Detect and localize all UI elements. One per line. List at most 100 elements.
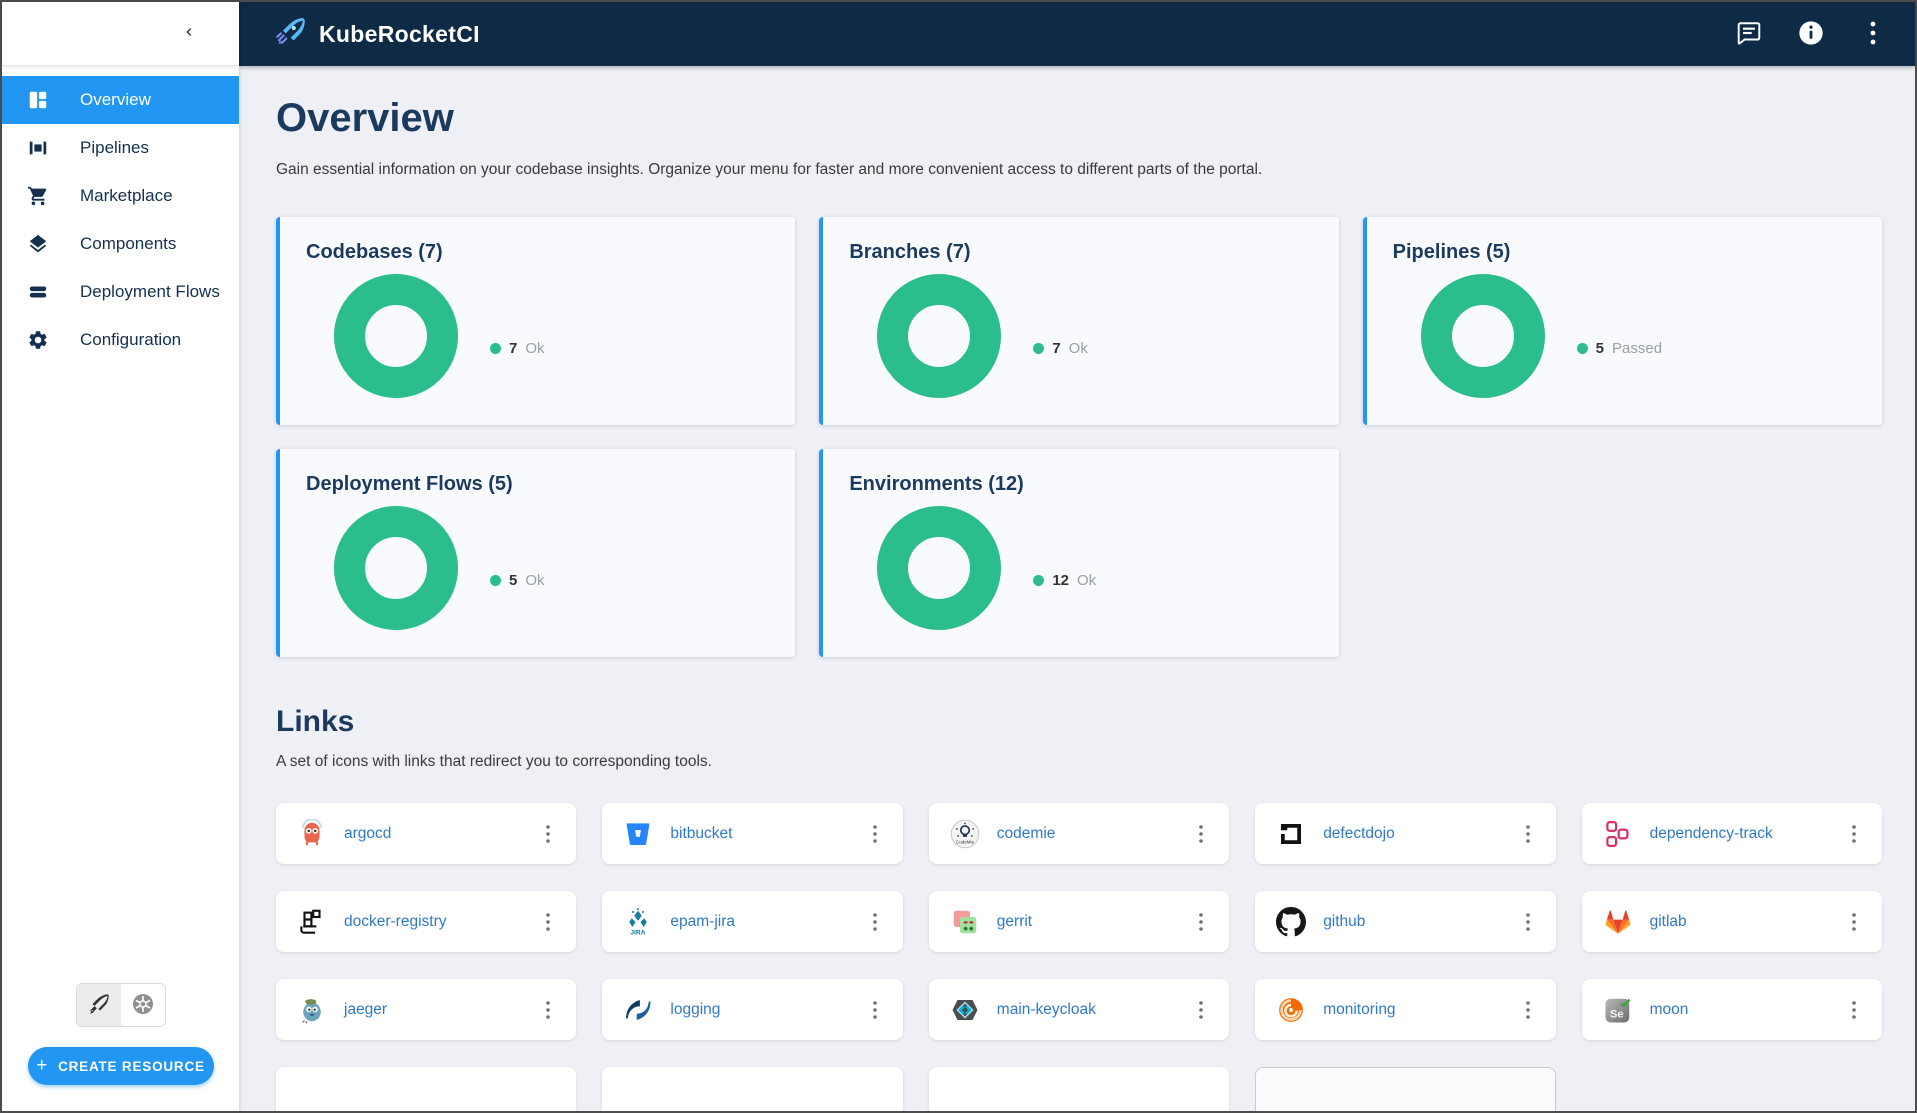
link-jaeger[interactable]: jaeger (344, 1001, 387, 1019)
link-menu-button[interactable] (1185, 994, 1217, 1026)
bitbucket-icon (622, 818, 654, 850)
link-monitoring[interactable]: monitoring (1323, 1001, 1395, 1019)
keycloak-icon (949, 994, 981, 1026)
feedback-button[interactable] (1729, 14, 1769, 54)
links-section-subtitle: A set of icons with links that redirect … (276, 753, 712, 770)
link-menu-button[interactable] (859, 994, 891, 1026)
svg-text:Se: Se (1609, 1008, 1623, 1020)
sidebar: Overview Pipelines Marketplace Component… (2, 2, 239, 1111)
kuberocketci-logo-icon (273, 15, 307, 54)
link-epam-jira[interactable]: epam-jira (670, 913, 735, 931)
gerrit-icon (949, 906, 981, 938)
link-moon[interactable]: moon (1650, 1001, 1689, 1019)
stat-card-title: Pipelines (5) (1392, 241, 1511, 263)
link-menu-button[interactable] (532, 994, 564, 1026)
environments-donut-chart (877, 506, 1002, 630)
info-button[interactable] (1791, 14, 1831, 54)
link-bitbucket[interactable]: bitbucket (670, 825, 732, 843)
link-menu-button[interactable] (532, 906, 564, 938)
link-dependency-track[interactable]: dependency-track (1650, 825, 1773, 843)
argocd-icon (296, 818, 328, 850)
stat-card-codebases: Codebases (7) 7 Ok (276, 217, 796, 425)
top-bar: KubeRocketCI (239, 2, 1915, 66)
link-card-codemie: CodeMie codemie (928, 803, 1230, 864)
link-codemie[interactable]: codemie (997, 825, 1056, 843)
link-card-epam-jira: JIRA epam-jira (602, 891, 903, 952)
link-card-monitoring: monitoring (1255, 979, 1556, 1040)
legend-dot (1033, 342, 1045, 354)
pipelines-donut-chart (1420, 274, 1545, 398)
more-menu-button[interactable] (1853, 14, 1893, 54)
gitlab-icon (1602, 906, 1634, 938)
link-card-github: github (1255, 891, 1556, 952)
codebases-donut-chart (334, 274, 458, 398)
link-card-jaeger: jaeger (276, 979, 577, 1040)
link-menu-button[interactable] (532, 818, 564, 850)
legend-label: Ok (525, 339, 545, 357)
sidebar-item-overview[interactable]: Overview (2, 76, 239, 124)
opensearch-icon (622, 994, 654, 1026)
link-card-gitlab: gitlab (1581, 891, 1882, 952)
stat-card-title: Environments (12) (849, 473, 1024, 495)
links-grid: argocd bitbucket CodeMie codemie defectd… (276, 803, 1882, 1111)
link-main-keycloak[interactable]: main-keycloak (997, 1001, 1096, 1019)
link-logging[interactable]: logging (670, 1001, 720, 1019)
link-card-partial (1255, 1067, 1556, 1111)
docker-registry-icon (296, 906, 328, 938)
sidebar-item-deployment-flows[interactable]: Deployment Flows (2, 268, 239, 316)
page-subtitle: Gain essential information on your codeb… (276, 161, 1263, 178)
sidebar-item-pipelines[interactable]: Pipelines (2, 124, 239, 172)
svg-text:JIRA: JIRA (631, 929, 647, 936)
rocket-view-button[interactable] (76, 984, 121, 1026)
stat-card-pipelines: Pipelines (5) 5 Passed (1362, 217, 1882, 425)
legend: 12 Ok (1033, 530, 1096, 630)
link-menu-button[interactable] (1512, 906, 1544, 938)
sidebar-item-label: Components (80, 234, 177, 253)
link-gitlab[interactable]: gitlab (1650, 913, 1687, 931)
info-icon (1797, 19, 1825, 50)
dashboard-icon (26, 88, 50, 112)
sidebar-item-label: Pipelines (80, 138, 149, 157)
chat-icon (1736, 20, 1762, 49)
link-defectdojo[interactable]: defectdojo (1323, 825, 1395, 843)
link-menu-button[interactable] (1185, 818, 1217, 850)
stat-card-branches: Branches (7) 7 Ok (819, 217, 1339, 425)
link-card-bitbucket: bitbucket (602, 803, 903, 864)
link-gerrit[interactable]: gerrit (997, 913, 1032, 931)
link-menu-button[interactable] (859, 818, 891, 850)
sidebar-collapse-button[interactable] (171, 16, 207, 52)
sidebar-item-marketplace[interactable]: Marketplace (2, 172, 239, 220)
layers-icon (26, 232, 50, 256)
view-toggle (75, 983, 166, 1027)
create-resource-label: CREATE RESOURCE (58, 1058, 205, 1074)
deployment-flows-donut-chart (334, 506, 458, 630)
legend-label: Ok (1068, 339, 1088, 357)
links-section-title: Links (276, 705, 355, 738)
sidebar-item-configuration[interactable]: Configuration (2, 316, 239, 364)
kubernetes-icon (131, 992, 155, 1019)
sidebar-item-components[interactable]: Components (2, 220, 239, 268)
selenium-moon-icon: Se (1602, 994, 1634, 1026)
link-menu-button[interactable] (1838, 906, 1870, 938)
svg-text:CodeMie: CodeMie (956, 839, 975, 844)
link-menu-button[interactable] (859, 906, 891, 938)
topbar-actions (1729, 14, 1893, 54)
kebab-menu-icon (1869, 20, 1877, 49)
link-menu-button[interactable] (1838, 994, 1870, 1026)
link-menu-button[interactable] (1838, 818, 1870, 850)
link-menu-button[interactable] (1185, 906, 1217, 938)
link-menu-button[interactable] (1512, 818, 1544, 850)
link-menu-button[interactable] (1512, 994, 1544, 1026)
link-argocd[interactable]: argocd (344, 825, 391, 843)
link-card-partial (602, 1067, 903, 1111)
stats-grid: Codebases (7) 7 Ok Branches (7) 7 Ok Pip… (276, 217, 1882, 657)
gear-icon (26, 328, 50, 352)
link-card-main-keycloak: main-keycloak (928, 979, 1230, 1040)
link-github[interactable]: github (1323, 913, 1365, 931)
kubernetes-view-button[interactable] (120, 984, 165, 1026)
link-docker-registry[interactable]: docker-registry (344, 913, 447, 931)
create-resource-button[interactable]: + CREATE RESOURCE (27, 1047, 214, 1085)
legend: 5 Passed (1576, 298, 1662, 398)
rocket-icon (86, 991, 112, 1020)
legend-dot (1033, 574, 1045, 586)
